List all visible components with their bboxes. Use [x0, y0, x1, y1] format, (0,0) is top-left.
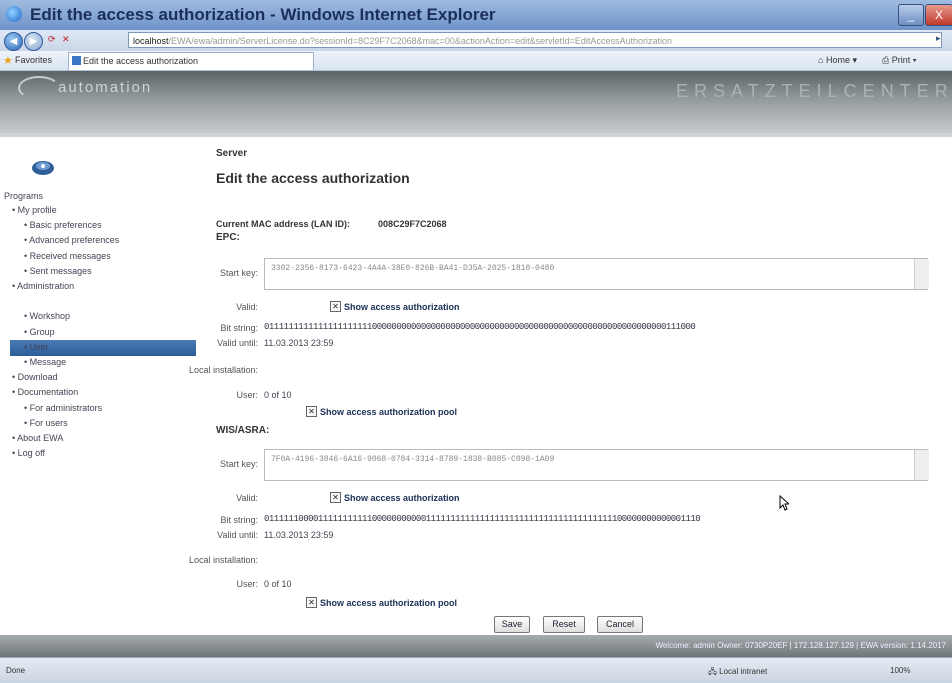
sidebar-item[interactable]: • For users: [24, 418, 68, 428]
epc-show-pool-checkbox[interactable]: ✕: [306, 406, 317, 417]
wis-show-auth-label[interactable]: Show access authorization: [344, 493, 460, 503]
section-epc-title: EPC:: [216, 232, 240, 243]
app-header: automation ERSATZTEILCENTER: [0, 71, 952, 133]
sidebar-item[interactable]: • Received messages: [24, 251, 111, 261]
home-command[interactable]: ⌂ Home ▾: [818, 55, 857, 66]
go-icon[interactable]: ▸: [936, 33, 941, 44]
favorites-label[interactable]: Favorites: [15, 55, 52, 65]
address-host: localhost: [133, 36, 169, 46]
epc-bitstring: 0111111111111111111111000000000000000000…: [264, 322, 696, 332]
epc-user-label: User:: [236, 390, 258, 400]
forward-arrow-icon[interactable]: ▶: [24, 32, 43, 51]
programs-icon: [32, 161, 54, 175]
mac-label: Current MAC address (LAN ID):: [216, 219, 351, 229]
wis-show-auth-checkbox[interactable]: ✕: [330, 492, 341, 503]
epc-startkey-field[interactable]: 3302-2356-8173-6423-4A4A-38E0-826B-BA41-…: [264, 258, 928, 290]
mac-value: 008C29F7C2068: [378, 219, 447, 229]
brand-logo-icon: [18, 76, 60, 100]
reset-button[interactable]: Reset: [543, 616, 585, 633]
epc-show-pool-label[interactable]: Show access authorization pool: [320, 407, 457, 417]
address-input[interactable]: localhost/EWA/ewa/admin/ServerLicense.do…: [128, 32, 942, 48]
wis-valid-until: 11.03.2013 23:59: [264, 530, 334, 540]
app-footer: Welcome: admin Owner: 0730P20EF | 172.12…: [0, 635, 952, 657]
browser-statusbar: Done 🖧 Local intranet 100%: [0, 657, 952, 683]
sidebar-item[interactable]: • Documentation: [12, 387, 78, 397]
sidebar-item[interactable]: • Advanced preferences: [24, 235, 119, 245]
home-icon: ⌂: [818, 55, 824, 65]
sidebar: Programs • My profile • Basic preferences…: [0, 137, 198, 635]
back-arrow-icon[interactable]: ◀: [4, 32, 23, 51]
wis-startkey-field[interactable]: 7F0A-4196-3846-6A16-9068-0784-3314-8789-…: [264, 449, 928, 481]
sidebar-item[interactable]: • Download: [12, 372, 58, 382]
refresh-icon[interactable]: ⟳: [48, 34, 56, 45]
sidebar-item[interactable]: • Message: [24, 357, 66, 367]
close-button[interactable]: X: [925, 4, 952, 26]
wis-startkey-label: Start key:: [219, 459, 258, 469]
sidebar-programs[interactable]: Programs: [4, 191, 43, 201]
sidebar-item[interactable]: • Group: [24, 327, 55, 337]
sidebar-item[interactable]: • User: [24, 342, 49, 352]
zone-icon: 🖧: [708, 667, 717, 676]
epc-user-value: 0 of 10: [264, 390, 292, 400]
mouse-cursor-icon: [779, 495, 789, 511]
breadcrumb: Server: [216, 148, 248, 159]
sidebar-item[interactable]: • Basic preferences: [24, 220, 102, 230]
epc-bitstring-label: Bit string:: [220, 323, 258, 333]
epc-valid-label: Valid:: [236, 302, 258, 312]
brand-right: ERSATZTEILCENTER: [676, 81, 952, 101]
minimize-button[interactable]: _: [898, 4, 924, 26]
epc-startkey-scrollbar[interactable]: [914, 259, 929, 289]
epc-valid-until-label: Valid until:: [217, 338, 258, 348]
page-title: Edit the access authorization: [216, 170, 410, 186]
browser-tab[interactable]: Edit the access authorization: [68, 52, 314, 70]
wis-bitstring: 0111111000011111111111000000000001111111…: [264, 514, 701, 524]
sidebar-item[interactable]: • Log off: [12, 448, 45, 458]
favorites-star-icon[interactable]: ★: [3, 54, 13, 67]
epc-startkey-label: Start key:: [219, 268, 258, 278]
section-wis-title: WIS/ASRA:: [216, 425, 270, 436]
sidebar-item[interactable]: • Administration: [12, 281, 74, 291]
wis-bitstring-label: Bit string:: [220, 515, 258, 525]
epc-local-install-label: Local installation:: [188, 365, 258, 375]
epc-valid-until: 11.03.2013 23:59: [264, 338, 334, 348]
stop-icon[interactable]: ✕: [62, 34, 70, 45]
ie-logo-icon: [6, 6, 22, 22]
security-zone: 🖧 Local intranet: [708, 666, 767, 680]
window-title: Edit the access authorization - Windows …: [30, 5, 496, 24]
wis-startkey-scrollbar[interactable]: [914, 450, 929, 480]
sidebar-item[interactable]: • Workshop: [24, 311, 70, 321]
zoom-level[interactable]: 100%: [890, 666, 910, 675]
address-path: /EWA/ewa/admin/ServerLicense.do?sessionI…: [168, 36, 672, 46]
cancel-button[interactable]: Cancel: [597, 616, 643, 633]
zone-label: Local intranet: [719, 667, 768, 676]
epc-show-auth-label[interactable]: Show access authorization: [344, 302, 460, 312]
wis-valid-until-label: Valid until:: [217, 530, 258, 540]
wis-user-value: 0 of 10: [264, 579, 292, 589]
tab-page-icon: [72, 56, 81, 65]
print-label: Print: [891, 55, 911, 65]
wis-user-label: User:: [236, 579, 258, 589]
wis-show-pool-label[interactable]: Show access authorization pool: [320, 598, 457, 608]
wis-local-install-label: Local installation:: [188, 555, 258, 565]
sidebar-item[interactable]: • Sent messages: [24, 266, 92, 276]
wis-valid-label: Valid:: [236, 493, 258, 503]
print-icon: ⎙: [882, 55, 890, 65]
epc-show-auth-checkbox[interactable]: ✕: [330, 301, 341, 312]
footer-info: Welcome: admin Owner: 0730P20EF | 172.12…: [655, 641, 946, 650]
address-toolbar: ◀ ▶ ⟳ ✕ localhost/EWA/ewa/admin/ServerLi…: [0, 30, 952, 51]
favorites-bar: ★ Favorites Edit the access authorizatio…: [0, 51, 952, 71]
brand-left: automation: [58, 79, 153, 96]
sidebar-item[interactable]: • Server: [24, 296, 56, 306]
status-text: Done: [6, 666, 26, 675]
home-label: Home: [825, 55, 850, 65]
print-command[interactable]: ⎙ Print ▾: [882, 55, 917, 66]
sidebar-item[interactable]: • About EWA: [12, 433, 63, 443]
save-button[interactable]: Save: [494, 616, 530, 633]
sidebar-item[interactable]: • For administrators: [24, 403, 102, 413]
window-titlebar: Edit the access authorization - Windows …: [0, 0, 952, 30]
sidebar-item[interactable]: • My profile: [12, 205, 57, 215]
wis-show-pool-checkbox[interactable]: ✕: [306, 597, 317, 608]
